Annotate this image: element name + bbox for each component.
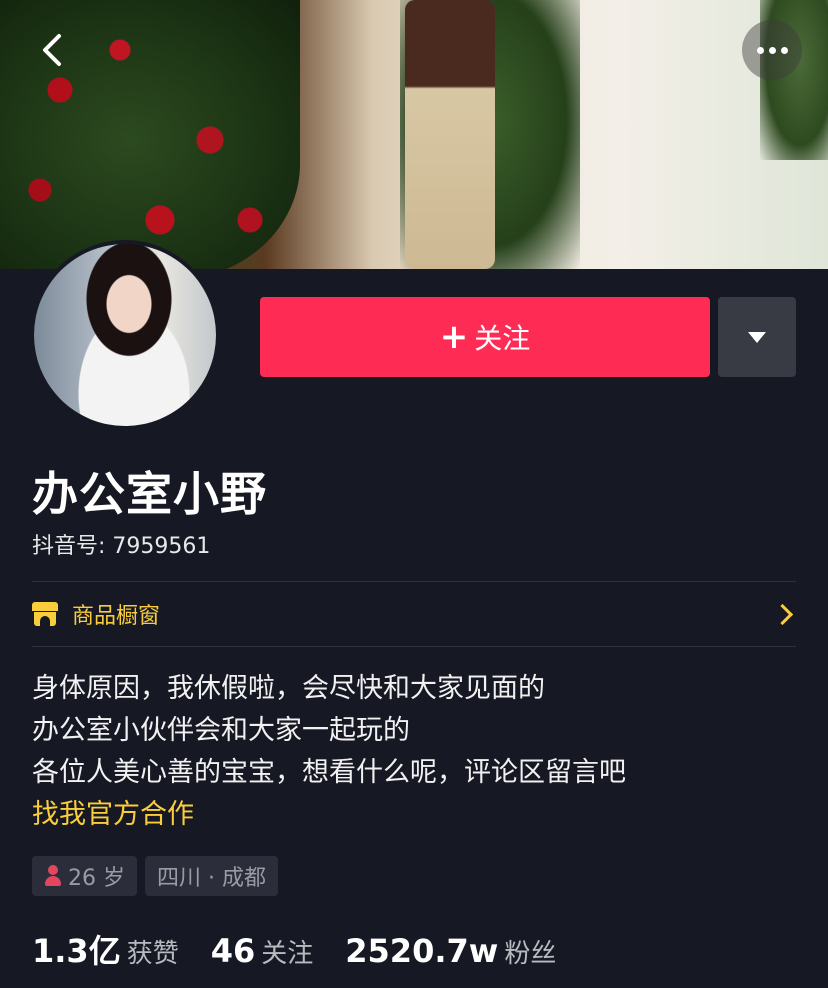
age-label: 26 岁 — [68, 866, 125, 891]
following-stat[interactable]: 46 关注 — [211, 932, 314, 970]
follow-label: 关注 — [474, 322, 531, 355]
bio-line: 身体原因，我休假啦，会尽快和大家见面的 — [32, 673, 545, 704]
bio-line: 办公室小伙伴会和大家一起玩的 — [32, 715, 410, 746]
divider — [32, 581, 796, 582]
following-label: 关注 — [261, 939, 314, 969]
stats-row: 1.3亿 获赞 46 关注 2520.7w 粉丝 — [32, 926, 588, 972]
chevron-left-icon — [43, 34, 61, 66]
person-figure — [405, 0, 495, 269]
following-count: 46 — [210, 932, 256, 970]
followers-stat[interactable]: 2520.7w 粉丝 — [345, 932, 556, 970]
location-tag: 四川 · 成都 — [145, 856, 278, 896]
shop-icon — [32, 602, 58, 626]
followers-count: 2520.7w — [345, 932, 499, 970]
business-cooperation-link[interactable]: 找我官方合作 — [32, 794, 626, 836]
followers-label: 粉丝 — [504, 939, 557, 969]
chevron-right-icon — [771, 603, 794, 625]
more-button[interactable] — [742, 20, 802, 80]
bio: 身体原因，我休假啦，会尽快和大家见面的 办公室小伙伴会和大家一起玩的 各位人美心… — [32, 668, 626, 836]
likes-stat[interactable]: 1.3亿 获赞 — [32, 926, 179, 972]
avatar-image — [34, 244, 216, 426]
bio-line: 各位人美心善的宝宝，想看什么呢，评论区留言吧 — [32, 757, 626, 788]
location-label: 四川 · 成都 — [157, 866, 266, 891]
shop-window-label: 商品橱窗 — [72, 604, 161, 629]
back-button[interactable] — [22, 20, 82, 80]
more-dots-icon — [756, 46, 788, 54]
nickname: 办公室小野 — [32, 467, 267, 521]
cover-image — [0, 0, 828, 269]
follow-button[interactable]: + 关注 — [260, 297, 710, 377]
likes-count: 1.3亿 — [32, 932, 121, 970]
caret-down-icon — [748, 331, 766, 343]
avatar[interactable] — [30, 240, 220, 430]
douyin-id: 抖音号: 7959561 — [32, 534, 211, 559]
age-tag: 26 岁 — [32, 856, 137, 896]
divider — [32, 646, 796, 647]
recommend-dropdown-button[interactable] — [718, 297, 796, 377]
profile-tags: 26 岁 四川 · 成都 — [32, 856, 278, 896]
likes-label: 获赞 — [126, 939, 179, 969]
female-icon — [44, 865, 62, 887]
shop-window-row[interactable]: 商品橱窗 — [32, 583, 796, 645]
plus-icon: + — [439, 317, 469, 357]
